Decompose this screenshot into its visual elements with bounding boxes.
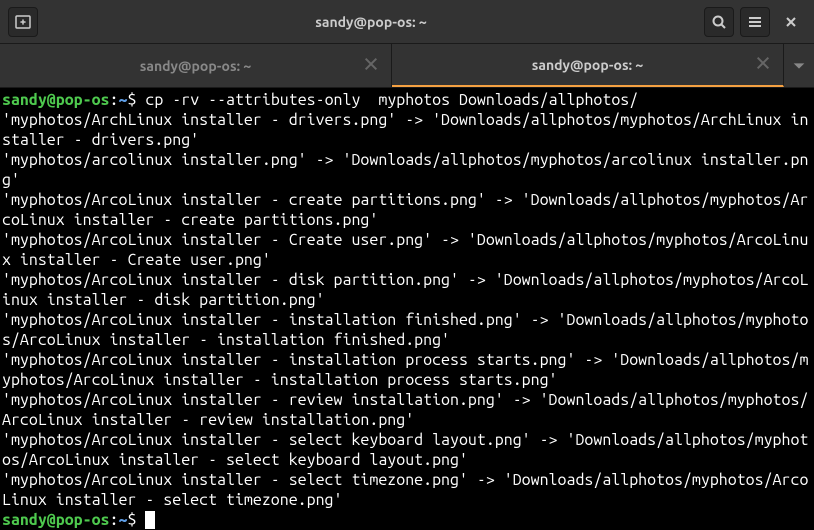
- tab-2[interactable]: sandy@pop-os: ~: [392, 44, 784, 87]
- new-tab-button[interactable]: [8, 7, 38, 37]
- chevron-down-icon: [791, 58, 807, 74]
- tab-label: sandy@pop-os: ~: [140, 58, 252, 74]
- prompt-colon: :: [110, 91, 119, 109]
- terminal-plus-icon: [15, 14, 31, 30]
- tab-dropdown-button[interactable]: [784, 44, 814, 87]
- prompt-user-host: sandy@pop-os: [2, 91, 110, 109]
- output-text: 'myphotos/ArchLinux installer - drivers.…: [2, 111, 808, 509]
- close-icon: [755, 55, 771, 71]
- command-text: cp -rv --attributes-only myphotos Downlo…: [136, 91, 638, 109]
- prompt-user-host: sandy@pop-os: [2, 511, 110, 529]
- tab-close-button[interactable]: [363, 56, 379, 75]
- tab-close-button[interactable]: [755, 55, 771, 74]
- close-icon: [783, 14, 799, 30]
- titlebar-left: [8, 7, 38, 37]
- search-icon: [711, 14, 727, 30]
- cursor: [145, 511, 155, 529]
- titlebar-right: [704, 7, 806, 37]
- menu-button[interactable]: [740, 7, 770, 37]
- window-close-button[interactable]: [776, 7, 806, 37]
- tab-label: sandy@pop-os: ~: [532, 57, 644, 73]
- titlebar: sandy@pop-os: ~: [0, 0, 814, 44]
- search-button[interactable]: [704, 7, 734, 37]
- window-title: sandy@pop-os: ~: [315, 14, 427, 30]
- tabs-bar: sandy@pop-os: ~ sandy@pop-os: ~: [0, 44, 814, 88]
- prompt-dollar: $: [127, 511, 136, 529]
- hamburger-icon: [747, 14, 763, 30]
- terminal-content[interactable]: sandy@pop-os:~$ cp -rv --attributes-only…: [0, 88, 814, 530]
- tab-1[interactable]: sandy@pop-os: ~: [0, 44, 392, 87]
- prompt-colon: :: [110, 511, 119, 529]
- close-icon: [363, 56, 379, 72]
